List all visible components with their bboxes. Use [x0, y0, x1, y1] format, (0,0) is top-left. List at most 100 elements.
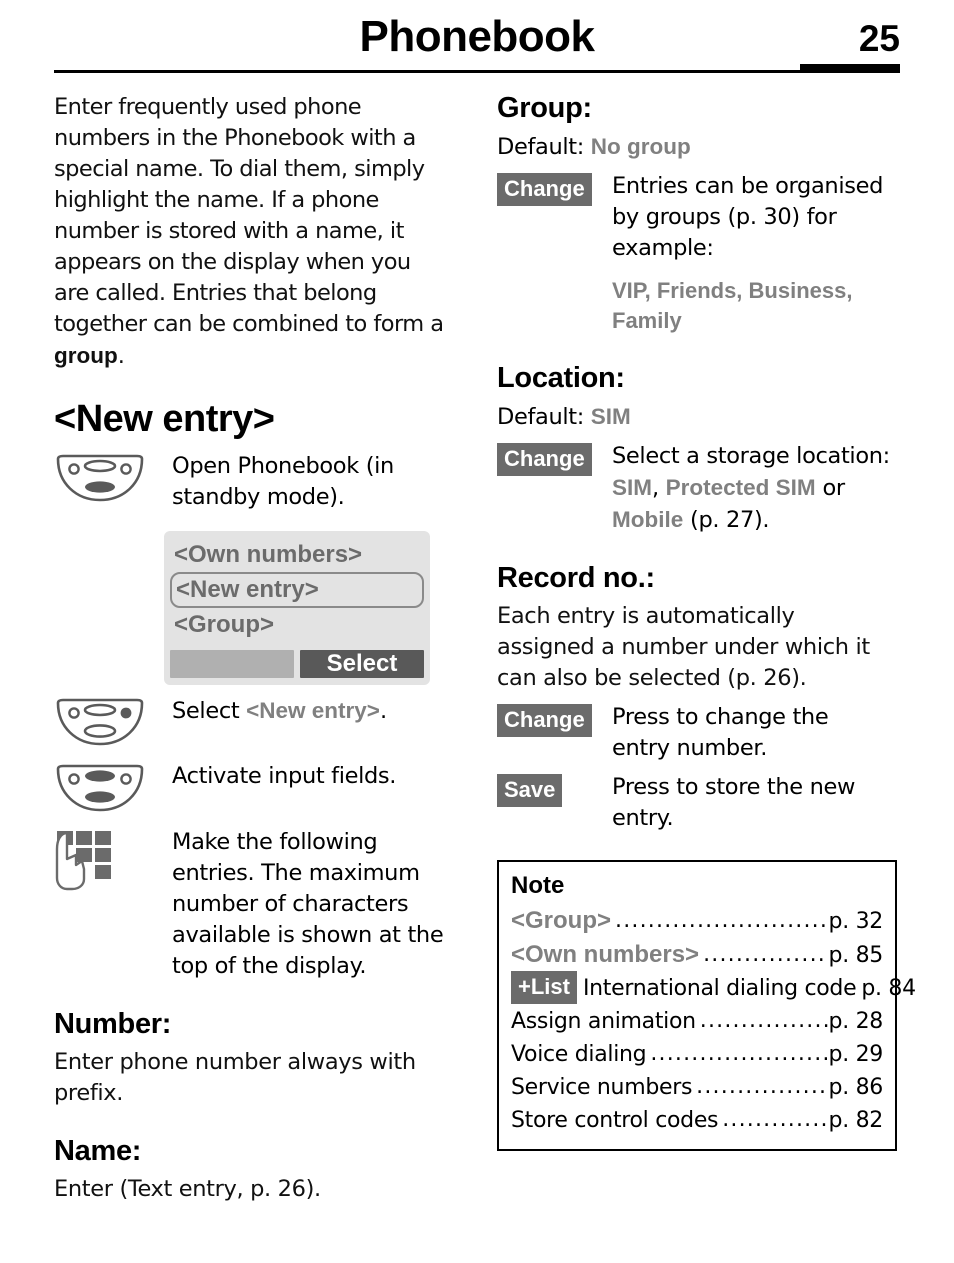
- step-select-new-entry: Select <New entry>.: [54, 695, 449, 751]
- name-text: Enter (Text entry, p. 26).: [54, 1176, 321, 1202]
- note-page-ref: p. 82: [828, 1108, 884, 1133]
- step-activate-input-fields: Activate input fields.: [54, 761, 449, 817]
- note-leader: ........................................…: [722, 1107, 828, 1132]
- note-line[interactable]: Assign animation .......................…: [511, 1005, 883, 1038]
- record-change-row: Change Press to change the entry number.: [497, 702, 892, 764]
- intro-paragraph-end: .: [117, 343, 125, 369]
- location-desc-prefix: Select a storage location:: [612, 443, 890, 469]
- location-option-mobile: Mobile: [612, 507, 684, 532]
- step-open-phonebook-text: Open Phonebook (in standby mode).: [172, 453, 394, 510]
- location-change-key: Change: [497, 441, 612, 476]
- note-box: Note <Group> ...........................…: [497, 860, 916, 1151]
- note-label: International dialing code: [582, 976, 857, 1001]
- note-line[interactable]: <Group> ................................…: [511, 904, 883, 938]
- group-change-desc-block: Entries can be organised by groups (p. 3…: [612, 171, 892, 336]
- display-item-group[interactable]: <Group>: [164, 609, 430, 641]
- page-number: 25: [858, 18, 900, 59]
- group-examples: VIP, Friends, Business, Family: [612, 278, 853, 333]
- step-make-entries: Make the following entries. The maximum …: [54, 827, 449, 982]
- group-change-key: Change: [497, 171, 612, 206]
- save-button[interactable]: Save: [497, 774, 563, 807]
- change-button[interactable]: Change: [497, 443, 592, 476]
- note-leader: ........................................…: [699, 1008, 828, 1033]
- nav-key-up-icon: [54, 761, 172, 817]
- note-label: Voice dialing: [511, 1042, 647, 1067]
- document-page: Phonebook 25 Enter frequently used phone…: [0, 0, 954, 1263]
- change-button[interactable]: Change: [497, 704, 592, 737]
- group-change-row: Change Entries can be organised by group…: [497, 171, 892, 336]
- location-option-sep1: ,: [652, 475, 666, 501]
- right-column: Group: Default: No group Change Entries …: [497, 92, 916, 1151]
- left-column: Enter frequently used phone numbers in t…: [54, 92, 449, 1205]
- display-item-new-entry-selected[interactable]: <New entry>: [170, 572, 424, 608]
- note-page-ref: p. 29: [828, 1042, 884, 1067]
- note-label: Service numbers: [511, 1075, 693, 1100]
- location-default-value: SIM: [590, 404, 631, 429]
- display-item-own-numbers[interactable]: <Own numbers>: [164, 539, 430, 571]
- keypad-hand-icon-svg: [55, 831, 111, 891]
- note-label: Assign animation: [511, 1009, 696, 1034]
- note-line[interactable]: Service numbers ........................…: [511, 1071, 883, 1104]
- intro-paragraph: Enter frequently used phone numbers in t…: [54, 92, 449, 372]
- step-select-prefix: Select: [172, 698, 247, 724]
- keypad-hand-icon: [54, 827, 172, 895]
- softkey-left[interactable]: [170, 650, 294, 678]
- location-default-label: Default:: [497, 404, 591, 430]
- name-heading: Name:: [54, 1135, 142, 1167]
- note-leader: ........................................…: [650, 1041, 827, 1066]
- note-page-ref: p. 84: [861, 976, 916, 1001]
- number-heading: Number:: [54, 1008, 172, 1040]
- display-softkey-bar: Select: [164, 650, 430, 685]
- note-label: <Own numbers>: [511, 941, 700, 968]
- record-save-key: Save: [497, 772, 612, 807]
- header-rule-thin: [54, 70, 800, 73]
- note-line[interactable]: <Own numbers> ..........................…: [511, 938, 883, 972]
- softkey-right-select[interactable]: Select: [300, 650, 424, 678]
- nav-key-icon-svg: [56, 764, 144, 812]
- location-heading: Location:: [497, 362, 625, 394]
- step-open-phonebook: Open Phonebook (in standby mode).: [54, 451, 449, 513]
- note-page-ref: p. 32: [828, 909, 884, 934]
- number-text: Enter phone number always with prefix.: [54, 1049, 416, 1106]
- nav-key-right-icon: [54, 695, 172, 751]
- plus-list-button[interactable]: +List: [511, 971, 577, 1004]
- record-change-key: Change: [497, 702, 612, 737]
- nav-key-icon-svg: [56, 454, 144, 502]
- record-save-row: Save Press to store the new entry.: [497, 772, 892, 834]
- note-page-ref: p. 28: [828, 1009, 884, 1034]
- phone-display-mock: <Own numbers> <New entry> <Group> Select: [164, 531, 430, 685]
- note-line[interactable]: +List International dialing code .......…: [511, 971, 916, 1005]
- location-option-sim: SIM: [612, 475, 653, 500]
- location-change-row: Change Select a storage location: SIM, P…: [497, 441, 892, 536]
- note-leader: ........................................…: [615, 908, 828, 933]
- nav-key-down-icon: [54, 451, 172, 507]
- step-select-new-entry-text: Select <New entry>.: [172, 695, 449, 727]
- page-header: Phonebook 25: [0, 0, 954, 86]
- group-default-line: Default: No group: [497, 131, 892, 163]
- new-entry-heading: <New entry>: [54, 398, 275, 440]
- note-line[interactable]: Voice dialing ..........................…: [511, 1038, 883, 1071]
- nav-key-icon-svg: [56, 698, 144, 746]
- note-title: Note: [511, 872, 565, 899]
- note-page-ref: p. 85: [828, 943, 884, 968]
- note-leader: ........................................…: [703, 942, 827, 967]
- record-save-desc: Press to store the new entry.: [612, 774, 856, 831]
- header-rule-thick: [800, 64, 900, 73]
- location-change-desc: Select a storage location: SIM, Protecte…: [612, 441, 892, 536]
- record-change-desc: Press to change the entry number.: [612, 704, 829, 761]
- note-label: Store control codes: [511, 1108, 719, 1133]
- note-line[interactable]: Store control codes ....................…: [511, 1104, 883, 1137]
- group-default-label: Default:: [497, 134, 591, 160]
- change-button[interactable]: Change: [497, 173, 592, 206]
- location-desc-suffix: (p. 27).: [683, 507, 770, 533]
- intro-paragraph-bold-term: group: [54, 343, 118, 368]
- intro-paragraph-text: Enter frequently used phone numbers in t…: [54, 94, 444, 337]
- record-no-text: Each entry is automatically assigned a n…: [497, 603, 870, 691]
- group-heading: Group:: [497, 92, 592, 124]
- location-option-protected-sim: Protected SIM: [665, 475, 816, 500]
- note-label: <Group>: [511, 907, 612, 934]
- page-title: Phonebook: [359, 12, 595, 61]
- step-select-term: <New entry>: [246, 698, 380, 723]
- group-change-desc: Entries can be organised by groups (p. 3…: [612, 173, 884, 261]
- record-no-heading: Record no.:: [497, 562, 655, 594]
